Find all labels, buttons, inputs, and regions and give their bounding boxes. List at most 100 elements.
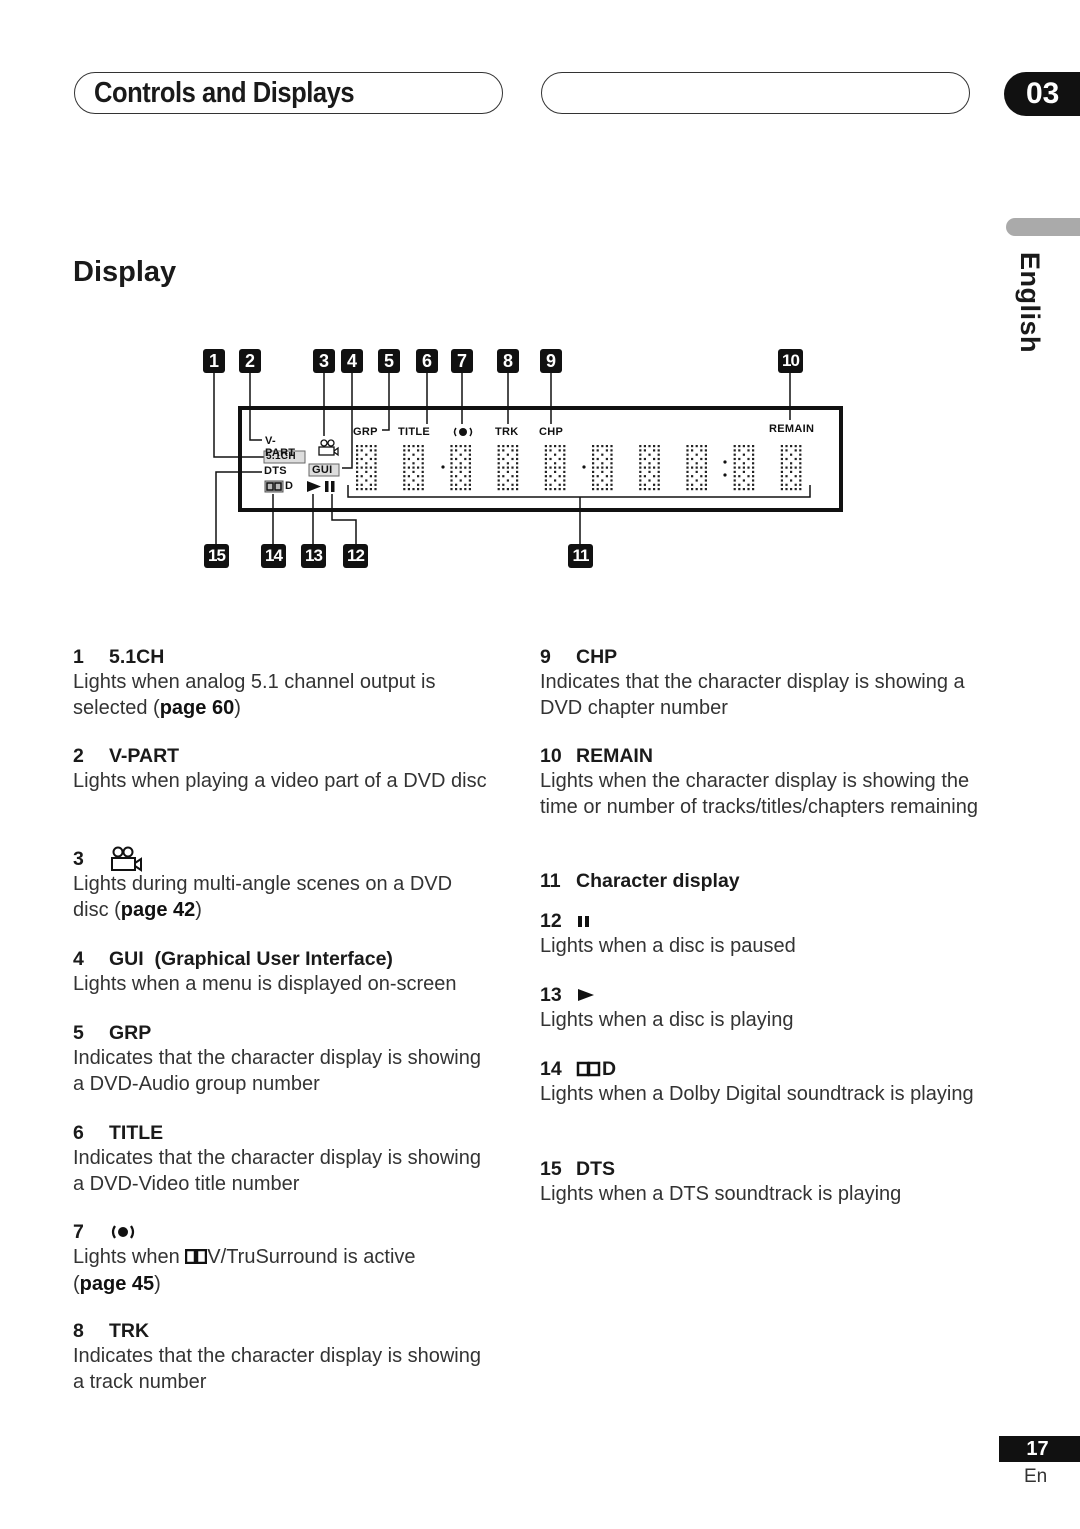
legend-item-11: 11 Character display <box>540 868 980 894</box>
legend-item-15: 15 DTS Lights when a DTS soundtrack is pl… <box>540 1156 980 1208</box>
item-desc: Lights when a disc is paused <box>540 935 796 957</box>
item-name: V-PART <box>109 745 180 767</box>
page-language-code: En <box>1024 1466 1048 1487</box>
lcd-camera-angle-icon <box>318 439 339 457</box>
item-number: 15 <box>540 1158 562 1180</box>
separator-dot <box>441 465 445 469</box>
character-cell <box>733 445 755 491</box>
legend-item-9: 9 CHP Indicates that the character displa… <box>540 644 980 721</box>
callout-1: 1 <box>203 349 225 373</box>
legend-item-2: 2 V-PART Lights when playing a video part… <box>73 743 493 795</box>
lcd-frame <box>238 406 843 512</box>
item-name: GRP <box>109 1022 152 1044</box>
separator-dot <box>723 460 727 464</box>
item-desc: Lights when playing a video part of a DV… <box>73 770 487 792</box>
lcd-label-grp: GRP <box>353 426 378 438</box>
item-number: 4 <box>73 948 84 970</box>
callout-3: 3 <box>313 349 335 373</box>
legend-item-5: 5 GRP Indicates that the character displa… <box>73 1020 493 1097</box>
item-number: 12 <box>540 910 562 932</box>
lcd-label-remain: REMAIN <box>769 423 815 435</box>
lcd-pause-icon <box>325 481 335 492</box>
item-name: D <box>602 1058 617 1080</box>
character-display-cells <box>356 445 802 491</box>
character-cell <box>450 445 471 491</box>
item-number: 13 <box>540 984 562 1006</box>
dolby-icon <box>185 1246 208 1272</box>
paren-open: ( <box>73 1272 80 1295</box>
callout-2: 2 <box>239 349 261 373</box>
item-number: 2 <box>73 745 84 767</box>
item-desc-tail: ) <box>154 1272 161 1295</box>
callout-15: 15 <box>204 544 229 568</box>
page-ref-link[interactable]: page 42 <box>121 899 195 921</box>
callout-9: 9 <box>540 349 562 373</box>
item-number: 1 <box>73 646 84 668</box>
page-number: 17 <box>999 1436 1080 1462</box>
callout-8: 8 <box>497 349 519 373</box>
dolby-digital-icon <box>576 1061 602 1077</box>
play-icon <box>576 988 596 1002</box>
item-desc: Indicates that the character display is … <box>73 1147 481 1195</box>
item-desc: Lights when a Dolby Digital soundtrack i… <box>540 1083 974 1105</box>
item-number: 11 <box>540 870 561 892</box>
lcd-label-trk: TRK <box>495 426 519 438</box>
item-number: 10 <box>540 745 562 767</box>
callout-10: 10 <box>778 349 803 373</box>
item-desc: Indicates that the character display is … <box>540 671 965 719</box>
separator-dot <box>582 465 586 469</box>
legend-item-1: 1 5.1CH Lights when analog 5.1 channel ou… <box>73 644 493 721</box>
lcd-label-title: TITLE <box>398 426 431 438</box>
character-cell <box>639 445 660 491</box>
item-number: 3 <box>73 848 84 870</box>
item-desc-tail: ) <box>195 898 202 921</box>
lcd-label-51ch: 5.1CH <box>266 451 296 462</box>
legend-item-4: 4 GUI (Graphical User Interface) Lights w… <box>73 946 513 998</box>
item-name: Character display <box>576 870 740 892</box>
item-desc: Lights when a disc is playing <box>540 1009 794 1031</box>
item-number: 14 <box>540 1058 562 1080</box>
item-name: CHP <box>576 646 618 668</box>
callout-5: 5 <box>378 349 400 373</box>
item-name: TRK <box>109 1320 150 1342</box>
item-desc-post: V/TruSurround is active <box>207 1246 416 1268</box>
legend-item-14: 14 D Lights when a Dolby Digital soundtr… <box>540 1056 980 1108</box>
legend-item-10: 10 REMAIN Lights when the character displ… <box>540 743 980 820</box>
pause-icon <box>576 914 592 928</box>
callout-12: 12 <box>343 544 368 568</box>
item-desc: Lights when a DTS soundtrack is playing <box>540 1183 902 1205</box>
item-name: TITLE <box>109 1122 164 1144</box>
character-cell <box>356 445 377 491</box>
lcd-label-gui: GUI <box>312 464 333 476</box>
callout-14: 14 <box>261 544 286 568</box>
char-display-bracket <box>347 485 811 498</box>
character-cell <box>497 445 519 491</box>
legend-item-8: 8 TRK Indicates that the character displa… <box>73 1318 493 1395</box>
legend-item-3: 3 Lights during multi-angle scenes on a … <box>73 846 493 923</box>
page-ref-link[interactable]: page 45 <box>80 1273 154 1295</box>
lcd-surround-icon <box>453 427 473 437</box>
item-name: GUI (Graphical User Interface) <box>109 948 393 970</box>
callout-11: 11 <box>568 544 593 568</box>
item-desc: Indicates that the character display is … <box>73 1047 481 1095</box>
item-name: 5.1CH <box>109 646 165 668</box>
lcd-dolby-icon <box>264 480 284 493</box>
legend-item-6: 6 TITLE Indicates that the character disp… <box>73 1120 493 1197</box>
item-number: 8 <box>73 1320 84 1342</box>
display-diagram-lines <box>213 373 843 545</box>
callout-7: 7 <box>451 349 473 373</box>
character-cell <box>592 445 613 491</box>
legend-item-12: 12 Lights when a disc is paused <box>540 908 980 960</box>
character-cell <box>544 445 566 491</box>
page-ref-link[interactable]: page 60 <box>160 697 234 719</box>
item-desc: Lights when the character display is sho… <box>540 770 978 818</box>
item-number: 6 <box>73 1122 84 1144</box>
item-number: 9 <box>540 646 551 668</box>
lcd-label-dolby-d: D <box>285 480 294 492</box>
item-name: DTS <box>576 1158 615 1180</box>
callout-4: 4 <box>341 349 363 373</box>
callout-13: 13 <box>301 544 326 568</box>
item-name: REMAIN <box>576 745 653 767</box>
character-cell <box>403 445 424 491</box>
surround-icon <box>109 1224 137 1240</box>
